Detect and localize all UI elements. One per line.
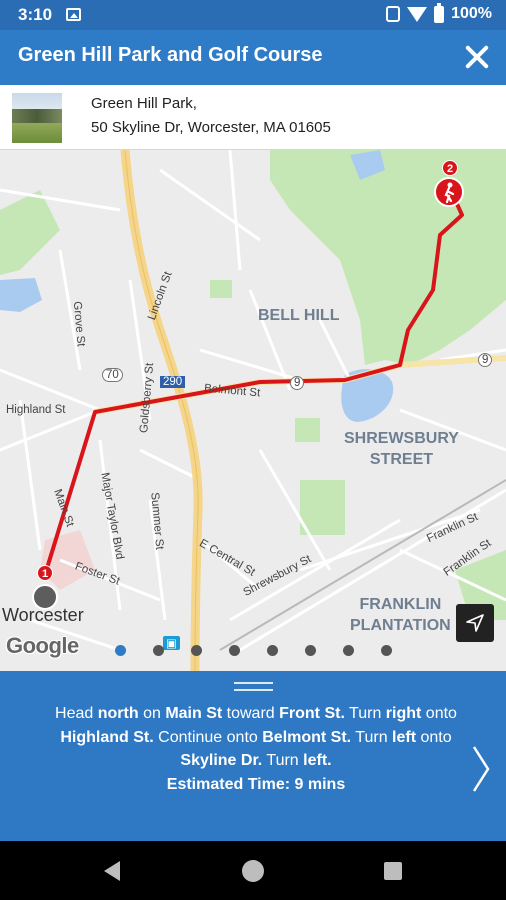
- back-icon[interactable]: [104, 861, 120, 881]
- area-label-shrewsbury-street: SHREWSBURY STREET: [344, 430, 459, 468]
- interstate-290-shield: 290: [160, 376, 186, 388]
- direction-segment: onto: [421, 705, 457, 722]
- estimated-time: Estimated Time: 9 mins: [166, 775, 346, 793]
- step-dot-1[interactable]: [115, 645, 126, 656]
- status-time: 3:10: [18, 5, 53, 24]
- status-icons: 100%: [386, 2, 492, 23]
- direction-segment: left: [392, 728, 417, 746]
- area-label-bell-hill: BELL HILL: [258, 307, 340, 324]
- destination-card[interactable]: Green Hill Park, 50 Skyline Dr, Worceste…: [0, 85, 506, 150]
- next-step-button[interactable]: [466, 739, 496, 799]
- recent-apps-icon[interactable]: [384, 862, 402, 880]
- step-dot-4[interactable]: [229, 645, 240, 656]
- page-title: Green Hill Park and Golf Course: [18, 44, 323, 66]
- my-location-button[interactable]: [456, 604, 494, 642]
- direction-segment: Turn: [344, 705, 386, 722]
- direction-segment: on: [138, 705, 166, 722]
- town-label-worcester: Worcester: [2, 605, 84, 625]
- direction-segment: Turn: [262, 752, 304, 769]
- battery-level: 100%: [451, 5, 492, 22]
- direction-segment: Continue onto: [153, 728, 263, 746]
- step-dot-6[interactable]: [305, 645, 316, 656]
- direction-segment: north: [97, 705, 139, 722]
- direction-segment: onto: [416, 728, 452, 746]
- step-dot-3[interactable]: [191, 645, 202, 656]
- system-nav-bar: [0, 841, 506, 900]
- direction-segment: left.: [303, 752, 332, 769]
- street-label-highland: Highland St: [6, 404, 66, 416]
- direction-segment: Head: [55, 705, 98, 722]
- destination-thumbnail: [12, 93, 62, 143]
- step-dot-8[interactable]: [381, 645, 392, 656]
- home-icon[interactable]: [242, 860, 264, 882]
- step-dot-5[interactable]: [267, 645, 278, 656]
- direction-segment: Skyline Dr.: [180, 752, 263, 769]
- direction-segment: Belmont St.: [262, 728, 352, 746]
- directions-panel[interactable]: Head north on Main St toward Front St. T…: [0, 671, 506, 841]
- area-label-franklin-plantation: FRANKLIN PLANTATION: [350, 596, 451, 634]
- hiking-pin-icon[interactable]: [434, 177, 464, 207]
- drag-handle-icon[interactable]: [234, 679, 273, 695]
- route-end-marker[interactable]: 2: [442, 160, 458, 176]
- close-button[interactable]: [458, 38, 496, 76]
- directions-text: Head north on Main St toward Front St. T…: [38, 702, 474, 796]
- direction-segment: right: [385, 705, 422, 722]
- route-map[interactable]: BELL HILL SHREWSBURY STREET FRANKLIN PLA…: [0, 150, 506, 671]
- direction-segment: Turn: [351, 728, 393, 746]
- direction-segment: toward: [222, 705, 280, 722]
- direction-segment: Main St: [165, 705, 223, 722]
- vibrate-icon: [386, 6, 401, 22]
- battery-icon: [434, 2, 445, 23]
- wifi-icon: [407, 6, 428, 22]
- step-dot-2[interactable]: [153, 645, 164, 656]
- app-header: Green Hill Park and Golf Course: [0, 30, 506, 85]
- route-70-shield: 70: [102, 368, 123, 382]
- route-start-marker[interactable]: 1: [37, 565, 53, 581]
- direction-segment: Highland St.: [60, 728, 154, 746]
- direction-segment: Front St.: [279, 705, 345, 722]
- chevron-right-icon: [472, 746, 490, 792]
- destination-address: 50 Skyline Dr, Worcester, MA 01605: [91, 119, 331, 136]
- destination-name: Green Hill Park,: [91, 95, 197, 112]
- status-bar: 3:10 100%: [0, 0, 506, 30]
- step-dot-7[interactable]: [343, 645, 354, 656]
- navigation-arrow-icon: [466, 614, 484, 632]
- image-notification-icon: [66, 8, 81, 21]
- step-pagination[interactable]: [0, 642, 506, 658]
